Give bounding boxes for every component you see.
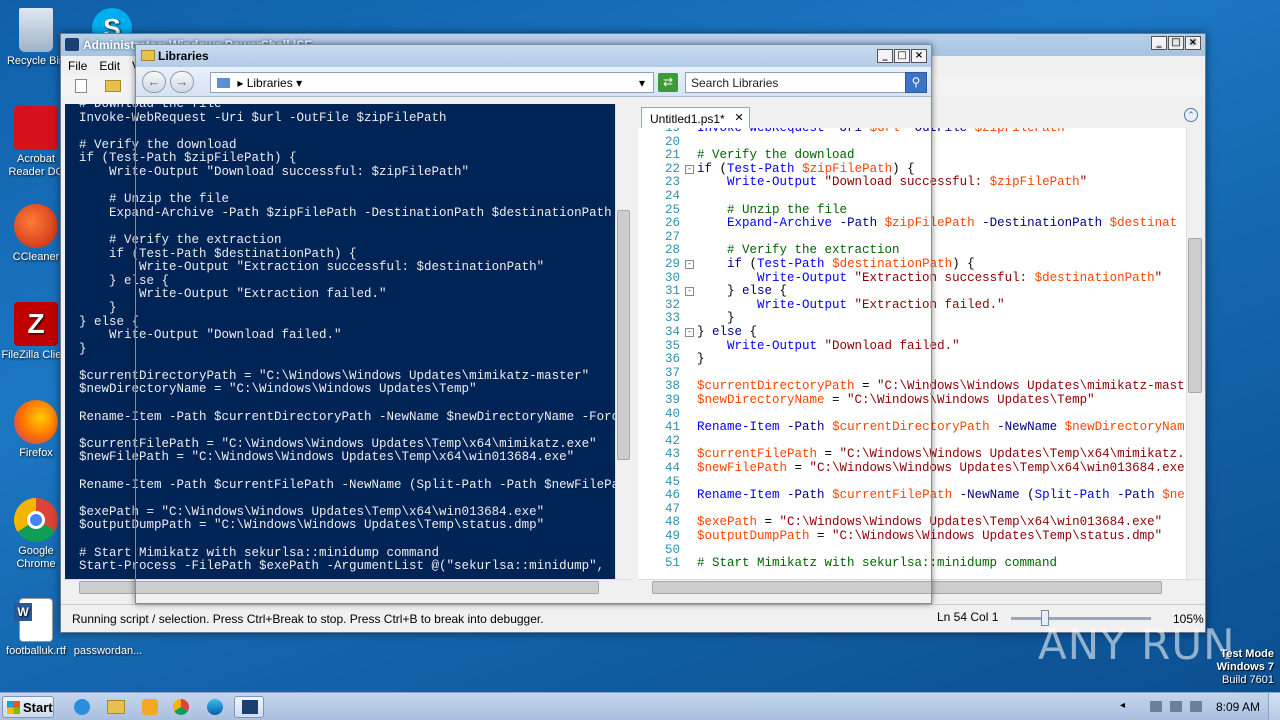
menu-edit[interactable]: Edit <box>99 59 120 74</box>
tray-expand-icon[interactable]: ◂ <box>1120 700 1125 711</box>
action-center-flag-icon[interactable] <box>1190 701 1202 712</box>
ise-status-bar: Running script / selection. Press Ctrl+B… <box>61 604 1205 632</box>
editor-scroll-thumb[interactable] <box>1188 238 1202 393</box>
folder-icon <box>141 50 155 61</box>
back-button[interactable]: ← <box>142 71 166 93</box>
libraries-window: Libraries _ □ × ← → ▸ Libraries ▾ ▾ ⇄ Se… <box>135 44 932 604</box>
close-button[interactable]: × <box>1185 36 1201 50</box>
firefox-icon <box>14 400 58 444</box>
acrobat-icon <box>14 106 58 150</box>
cursor-position: Ln 54 Col 1 <box>937 610 999 624</box>
address-text: Libraries <box>246 76 293 90</box>
libraries-nav-bar: ← → ▸ Libraries ▾ ▾ ⇄ Search Libraries ⚲ <box>136 67 931 97</box>
desktop-icon-label: Acrobat Reader DC <box>8 153 64 178</box>
refresh-button[interactable]: ⇄ <box>658 73 678 92</box>
address-chevron-icon[interactable]: ▸ <box>237 76 246 90</box>
libraries-minimize-button[interactable]: _ <box>877 49 893 63</box>
desktop-icon-label: Firefox <box>19 447 53 459</box>
start-button[interactable]: Start <box>2 696 54 718</box>
taskbar-powershell-ise-icon[interactable] <box>234 696 264 718</box>
taskbar-chrome-icon[interactable] <box>166 696 196 718</box>
maximize-button[interactable]: □ <box>1168 36 1184 50</box>
show-desktop-button[interactable] <box>1268 693 1280 720</box>
start-label: Start <box>23 700 53 715</box>
desktop-icon-label: CCleaner <box>12 251 60 263</box>
editor-vertical-scrollbar[interactable] <box>1186 128 1203 579</box>
forward-button[interactable]: → <box>170 71 194 93</box>
taskbar-explorer-icon[interactable] <box>100 696 130 718</box>
library-icon <box>217 78 230 88</box>
status-text: Running script / selection. Press Ctrl+B… <box>72 612 544 626</box>
libraries-close-button[interactable]: × <box>911 49 927 63</box>
libraries-title: Libraries <box>158 49 209 63</box>
taskbar: Start ◂ 8:09 AM <box>0 692 1280 720</box>
test-mode-line: Test Mode <box>1220 648 1274 660</box>
taskbar-edge-icon[interactable] <box>200 696 230 718</box>
word-document-icon: W <box>14 598 53 642</box>
chrome-icon <box>14 498 58 542</box>
ccleaner-icon <box>14 204 58 248</box>
test-mode-notice: Test Mode Windows 7 Build 7601 <box>1217 648 1274 687</box>
libraries-title-bar[interactable]: Libraries _ □ × <box>136 45 931 67</box>
network-icon[interactable] <box>1150 701 1162 712</box>
address-bar[interactable]: ▸ Libraries ▾ ▾ <box>210 72 654 93</box>
windows-logo-icon <box>7 701 20 714</box>
minimize-button[interactable]: _ <box>1151 36 1167 50</box>
desktop-icon-label: Google Chrome <box>16 545 56 570</box>
taskbar-ie-icon[interactable] <box>66 696 96 718</box>
search-placeholder: Search Libraries <box>691 76 779 90</box>
powershell-icon <box>65 38 79 51</box>
test-mode-os: Windows 7 <box>1216 661 1274 673</box>
search-libraries-input[interactable]: Search Libraries ⚲ <box>685 72 927 93</box>
breadcrumb-dropdown-icon[interactable]: ▾ <box>296 76 302 90</box>
address-history-dropdown-icon[interactable]: ▾ <box>639 76 645 90</box>
desktop-icon-label: footballuk.rtf <box>6 645 66 657</box>
test-mode-build: Build 7601 <box>1222 674 1274 686</box>
desktop-icon-label: Recycle Bin <box>6 55 66 67</box>
recycle-bin-icon <box>19 8 53 52</box>
open-folder-icon[interactable] <box>105 80 121 92</box>
taskbar-media-player-icon[interactable] <box>134 696 164 718</box>
new-file-icon[interactable] <box>75 79 87 93</box>
anyrun-watermark: ANY RUN <box>1038 620 1236 669</box>
system-tray: ◂ 8:09 AM <box>1120 693 1280 720</box>
libraries-maximize-button[interactable]: □ <box>894 49 910 63</box>
volume-icon[interactable] <box>1170 701 1182 712</box>
clock[interactable]: 8:09 AM <box>1216 700 1260 714</box>
filezilla-icon: Z <box>14 302 58 346</box>
collapse-script-pane-icon[interactable]: ⌃ <box>1184 108 1198 122</box>
desktop-icon-label: passwordan... <box>73 645 143 657</box>
search-icon[interactable]: ⚲ <box>905 72 927 93</box>
menu-file[interactable]: File <box>68 59 87 74</box>
